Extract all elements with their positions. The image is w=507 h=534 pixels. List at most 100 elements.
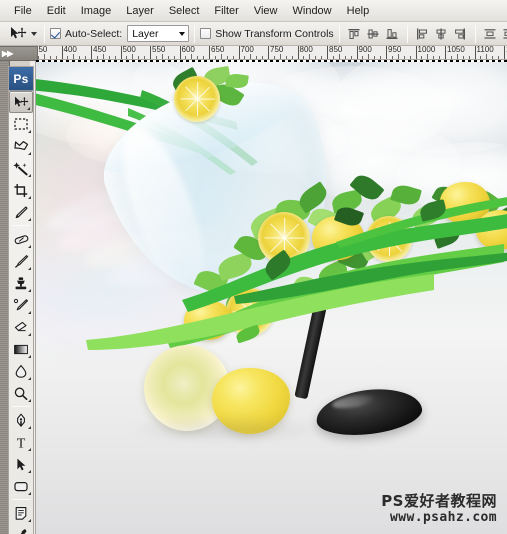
collapsed-panel-expand-tab[interactable]: ▶▶: [0, 46, 38, 61]
ruler-major-tick: [356, 46, 358, 59]
ruler-minor-tick: [49, 56, 51, 59]
eraser-tool[interactable]: [9, 316, 33, 338]
ruler-minor-tick: [480, 56, 482, 59]
lasso-tool[interactable]: [9, 135, 33, 157]
ruler-major-tick: [150, 46, 151, 59]
lemon-segment: [284, 237, 299, 253]
horizontal-ruler[interactable]: 3504004505005506006507007508008509009501…: [36, 46, 507, 60]
ruler-minor-tick: [73, 54, 75, 59]
align-left-edges-icon[interactable]: [414, 25, 431, 43]
ruler-minor-tick: [421, 56, 423, 59]
lemon-segment: [232, 311, 251, 313]
rounded-rectangle-tool[interactable]: [9, 475, 33, 497]
eyedropper-tool[interactable]: [9, 524, 33, 534]
align-bottom-edges-icon[interactable]: [384, 25, 401, 43]
ruler-label: 450: [93, 46, 107, 54]
align-right-edges-icon[interactable]: [452, 25, 469, 43]
auto-select-label: Auto-Select:: [65, 27, 123, 40]
menu-item-edit[interactable]: Edit: [40, 2, 73, 20]
menu-item-layer[interactable]: Layer: [119, 2, 161, 20]
menu-item-filter[interactable]: Filter: [207, 2, 245, 20]
align-buttons-group-2: [413, 25, 470, 43]
menu-item-help[interactable]: Help: [340, 2, 377, 20]
ruler-minor-tick: [126, 56, 128, 59]
blur-tool[interactable]: [9, 360, 33, 382]
toolbar-divider-1: [12, 225, 30, 226]
ruler-major-tick: [238, 46, 240, 59]
ruler-label: 1100: [476, 46, 494, 54]
ruler-label: 700: [240, 46, 254, 54]
tool-flyout-triangle-icon: [28, 245, 31, 248]
align-top-edges-icon[interactable]: [346, 25, 363, 43]
menu-item-file[interactable]: File: [7, 2, 39, 20]
options-bar: Auto-Select: Layer Show Transform Contro…: [0, 22, 507, 46]
pen-tool[interactable]: [9, 409, 33, 431]
ruler-minor-tick: [43, 54, 45, 59]
ruler-minor-tick: [403, 56, 405, 59]
magic-wand-tool[interactable]: [9, 157, 33, 179]
distribute-top-edges-icon[interactable]: [482, 25, 499, 43]
show-transform-checkbox[interactable]: [200, 28, 212, 39]
ruler-major-tick: [268, 46, 269, 59]
magic-wand-tool-icon: [13, 161, 28, 175]
svg-text:T: T: [17, 436, 26, 450]
tool-flyout-triangle-icon: [28, 196, 31, 199]
ruler-label: 600: [181, 46, 195, 54]
lemon-slice-top: [174, 76, 220, 122]
clone-stamp-tool[interactable]: [9, 272, 33, 294]
document-canvas[interactable]: [36, 60, 507, 534]
auto-select-dropdown[interactable]: Layer: [127, 25, 190, 42]
ruler-minor-tick: [344, 56, 346, 59]
brush-tool[interactable]: [9, 250, 33, 272]
history-brush-tool[interactable]: [9, 294, 33, 316]
crop-tool[interactable]: [9, 179, 33, 201]
ruler-minor-tick: [397, 54, 399, 59]
ruler-minor-tick: [427, 54, 429, 59]
ruler-label: 1000: [417, 46, 436, 54]
healing-brush-tool[interactable]: [9, 228, 33, 250]
pen-tool-icon: [17, 413, 25, 427]
tool-preset-chevron-down-icon[interactable]: [31, 31, 37, 36]
ruler-minor-tick: [114, 56, 116, 59]
menu-item-select[interactable]: Select: [162, 2, 207, 20]
rectangular-marquee-tool[interactable]: [9, 113, 33, 135]
ruler-label: 750: [270, 46, 284, 54]
lemon-segment: [197, 98, 216, 100]
tool-flyout-triangle-icon: [27, 107, 30, 110]
crop-tool-icon: [14, 183, 28, 197]
lemon-segment: [270, 223, 286, 239]
dodge-tool[interactable]: [9, 382, 33, 404]
show-transform-group[interactable]: Show Transform Controls: [200, 28, 334, 40]
auto-select-group[interactable]: Auto-Select: Layer: [50, 25, 190, 42]
menu-item-image[interactable]: Image: [74, 2, 119, 20]
notes-tool[interactable]: [9, 502, 33, 524]
options-separator-5: [474, 24, 476, 43]
menu-bar: File Edit Image Layer Select Filter View…: [0, 0, 507, 22]
ruler-minor-tick: [450, 56, 452, 59]
menu-item-view[interactable]: View: [247, 2, 285, 20]
ruler-minor-tick: [433, 56, 435, 59]
ruler-minor-tick: [492, 56, 494, 59]
move-tool[interactable]: [9, 91, 33, 113]
current-tool-preview[interactable]: [6, 24, 39, 44]
ruler-minor-tick: [409, 56, 411, 59]
gradient-tool-icon: [14, 344, 28, 354]
ruler-minor-tick: [220, 54, 222, 59]
gradient-tool[interactable]: [9, 338, 33, 360]
ruler-minor-tick: [374, 56, 376, 59]
slice-tool[interactable]: [9, 201, 33, 223]
horizontal-type-tool[interactable]: T: [9, 431, 33, 453]
auto-select-checkbox[interactable]: [50, 28, 61, 39]
align-horizontal-centers-icon[interactable]: [433, 25, 450, 43]
history-brush-tool-icon: [13, 298, 28, 310]
menu-item-window[interactable]: Window: [286, 2, 339, 20]
distribute-vertical-centers-icon[interactable]: [501, 25, 507, 43]
ruler-minor-tick: [303, 56, 305, 59]
align-vertical-centers-icon[interactable]: [365, 25, 382, 43]
ruler-major-tick: [91, 46, 92, 59]
ruler-minor-tick: [368, 54, 370, 59]
ruler-label: 500: [122, 46, 136, 54]
path-selection-tool[interactable]: [9, 453, 33, 475]
tool-flyout-triangle-icon: [28, 399, 31, 402]
ruler-minor-tick: [456, 54, 458, 59]
